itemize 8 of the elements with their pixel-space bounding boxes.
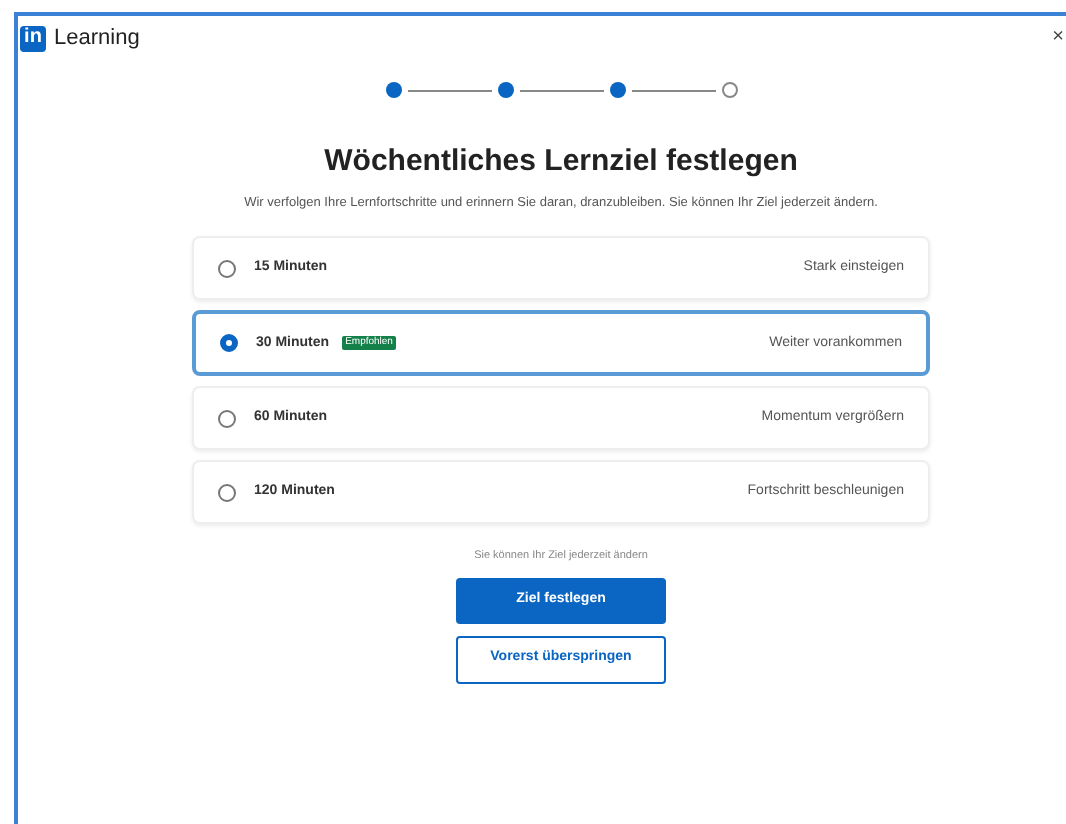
radio-button[interactable] [218, 409, 236, 428]
close-button[interactable]: × [1052, 28, 1064, 48]
radio-button[interactable] [218, 259, 236, 278]
app-title: Learning [54, 23, 140, 54]
radio-button[interactable] [218, 483, 236, 502]
logo-icon: in [20, 25, 46, 51]
page-title: Wöchentliches Lernziel festlegen [324, 142, 798, 182]
radio-button[interactable] [220, 334, 238, 353]
